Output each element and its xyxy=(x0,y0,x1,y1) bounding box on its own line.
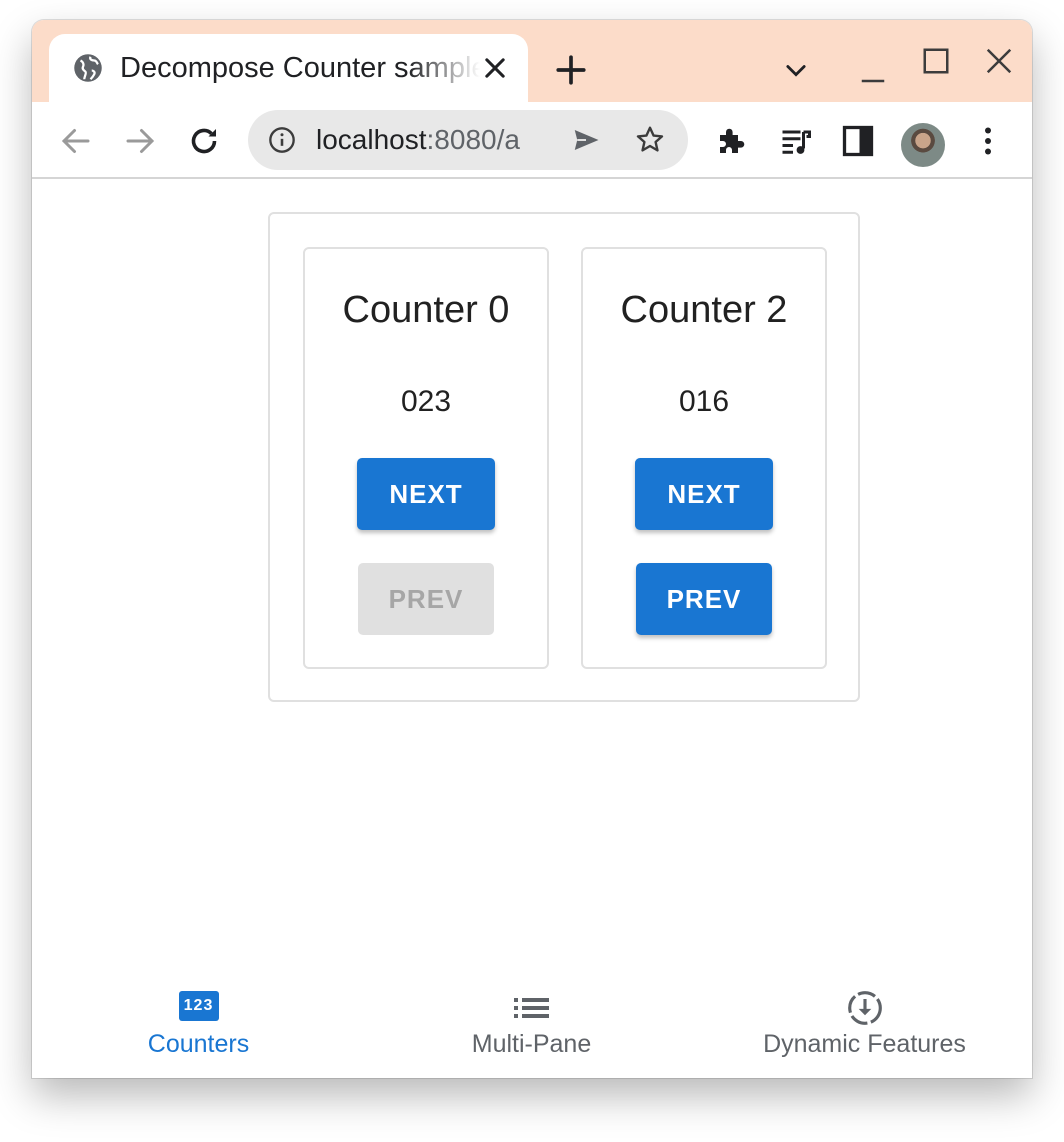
back-arrow-icon[interactable] xyxy=(58,123,94,159)
address-bar[interactable]: localhost:8080/a xyxy=(248,110,688,170)
nav-item-multi-pane[interactable]: Multi-Pane xyxy=(365,982,698,1078)
list-icon xyxy=(513,998,549,1018)
profile-avatar[interactable] xyxy=(901,123,945,167)
prev-button-disabled[interactable]: PREV xyxy=(358,563,494,635)
nav-item-dynamic-features[interactable]: Dynamic Features xyxy=(698,982,1031,1078)
minimize-icon[interactable] xyxy=(858,56,888,86)
reload-icon[interactable] xyxy=(186,123,222,159)
chevron-down-icon[interactable] xyxy=(782,56,810,84)
counter-card-0: Counter 0 023 NEXT PREV xyxy=(303,247,549,669)
prev-button[interactable]: PREV xyxy=(636,563,772,635)
nav-label-multi-pane: Multi-Pane xyxy=(471,1030,592,1058)
forward-arrow-icon[interactable] xyxy=(122,123,158,159)
browser-toolbar: localhost:8080/a xyxy=(32,102,1032,179)
counter-value: 016 xyxy=(678,385,730,418)
side-panel-icon[interactable] xyxy=(840,123,876,159)
counter-value: 023 xyxy=(400,385,452,418)
next-button[interactable]: NEXT xyxy=(357,458,495,530)
next-button[interactable]: NEXT xyxy=(635,458,773,530)
tab-strip: Decompose Counter sample xyxy=(32,20,1032,102)
counters-container: Counter 0 023 NEXT PREV Counter 2 016 NE… xyxy=(268,212,860,702)
bottom-navigation: 123 Counters Multi-Pane Dynamic Features xyxy=(32,982,1032,1078)
url-path: :8080/a xyxy=(426,124,520,155)
tab-title: Decompose Counter sample xyxy=(120,52,480,84)
new-tab-plus-icon[interactable] xyxy=(554,53,588,87)
maximize-icon[interactable] xyxy=(921,46,951,76)
nav-label-counters: Counters xyxy=(147,1030,250,1058)
page-content: Counter 0 023 NEXT PREV Counter 2 016 NE… xyxy=(32,181,1032,1078)
browser-tab[interactable]: Decompose Counter sample xyxy=(49,34,528,102)
more-vertical-icon[interactable] xyxy=(970,123,1006,159)
counter-title: Counter 0 xyxy=(342,289,510,331)
info-icon[interactable] xyxy=(268,126,296,154)
numbers-123-icon: 123 xyxy=(178,991,219,1021)
bookmark-star-icon[interactable] xyxy=(634,124,666,156)
globe-icon xyxy=(74,54,102,82)
url-text[interactable]: localhost:8080/a xyxy=(316,122,576,158)
send-icon[interactable] xyxy=(570,125,602,155)
extensions-puzzle-icon[interactable] xyxy=(714,123,750,159)
download-circle-icon xyxy=(847,991,882,1025)
tab-close-icon[interactable] xyxy=(481,54,509,82)
nav-label-dynamic-features: Dynamic Features xyxy=(763,1030,966,1058)
url-host: localhost xyxy=(316,124,427,155)
browser-window: Decompose Counter sample localhost:8080/… xyxy=(32,20,1032,1078)
nav-item-counters[interactable]: 123 Counters xyxy=(32,982,365,1078)
counter-title: Counter 2 xyxy=(620,289,788,331)
counter-card-2: Counter 2 016 NEXT PREV xyxy=(581,247,827,669)
media-queue-icon[interactable] xyxy=(778,123,814,159)
window-close-icon[interactable] xyxy=(984,46,1014,76)
